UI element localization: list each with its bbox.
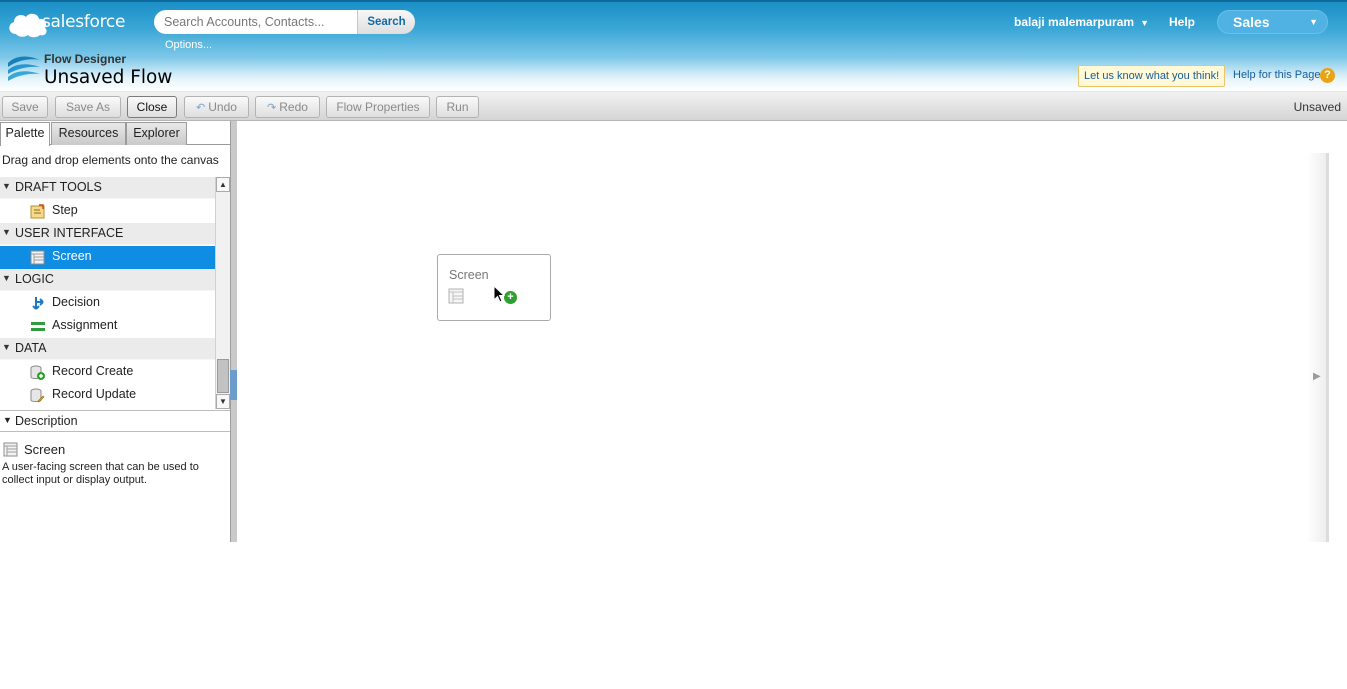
user-name: balaji malemarpuram — [1014, 15, 1135, 29]
category-label: DATA — [15, 341, 47, 355]
screen-icon — [30, 250, 45, 265]
collapse-triangle-icon: ▼ — [2, 342, 11, 352]
description-header[interactable]: ▼ Description — [0, 410, 230, 432]
category-label: LOGIC — [15, 272, 54, 286]
flow-canvas[interactable]: Screen + ▶ — [237, 121, 1347, 542]
screen-icon — [3, 442, 18, 457]
chevron-down-icon: ▼ — [1140, 18, 1149, 28]
save-as-button[interactable]: Save As — [55, 96, 121, 118]
search-options-link[interactable]: Options... — [165, 39, 212, 51]
flow-properties-button[interactable]: Flow Properties — [326, 96, 430, 118]
feedback-link[interactable]: Let us know what you think! — [1078, 65, 1225, 87]
category-user-interface[interactable]: ▼ USER INTERFACE — [0, 223, 215, 245]
item-label: Record Create — [52, 364, 134, 378]
undo-icon: ↶ — [196, 102, 206, 114]
tab-resources[interactable]: Resources — [51, 122, 126, 145]
help-link[interactable]: Help — [1169, 15, 1195, 29]
search-button[interactable]: Search — [357, 10, 415, 34]
category-logic[interactable]: ▼ LOGIC — [0, 269, 215, 291]
page-title: Unsaved Flow — [44, 67, 173, 88]
item-label: Assignment — [52, 318, 118, 332]
panel-tabs: Palette Resources Explorer — [0, 121, 230, 146]
record-update-icon — [30, 388, 45, 403]
scroll-thumb[interactable] — [217, 359, 229, 393]
chevron-down-icon: ▼ — [1309, 17, 1318, 27]
description-title: Screen — [24, 442, 66, 457]
page-blank-area — [0, 542, 1347, 689]
palette-list: ▼ DRAFT TOOLS Step ▼ USER INTERFACE Scre… — [0, 177, 215, 409]
splitter-grip[interactable] — [230, 370, 237, 400]
palette-item-screen[interactable]: Screen — [0, 246, 215, 269]
description-text: A user-facing screen that can be used to… — [2, 461, 199, 486]
screen-icon — [448, 288, 464, 304]
category-label: USER INTERFACE — [15, 226, 124, 240]
tab-palette[interactable]: Palette — [0, 122, 50, 146]
palette-scrollbar[interactable]: ▲ ▼ — [215, 177, 230, 409]
redo-icon: ↷ — [267, 102, 277, 114]
node-label: Screen — [449, 268, 489, 282]
module-label: Flow Designer — [44, 52, 127, 66]
right-panel-collapse-bar[interactable]: ▶ — [1307, 153, 1329, 542]
user-menu[interactable]: balaji malemarpuram ▼ — [1014, 15, 1149, 29]
collapse-triangle-icon: ▼ — [3, 415, 12, 425]
app-name: Sales — [1233, 14, 1270, 30]
expand-right-arrow-icon[interactable]: ▶ — [1313, 371, 1321, 382]
undo-label: Undo — [208, 100, 237, 114]
brand-name: salesforce — [42, 12, 126, 32]
panel-splitter[interactable] — [230, 121, 237, 542]
decision-icon — [32, 297, 44, 310]
palette-panel: Palette Resources Explorer Drag and drop… — [0, 121, 230, 542]
flow-designer-logo-icon — [8, 56, 40, 81]
close-button[interactable]: Close — [127, 96, 177, 118]
help-icon[interactable]: ? — [1320, 68, 1335, 83]
flow-toolbar: Save Save As Close ↶ Undo ↷ Redo Flow Prop… — [0, 91, 1347, 121]
redo-label: Redo — [279, 100, 308, 114]
collapse-triangle-icon: ▼ — [2, 273, 11, 283]
scroll-down-arrow-icon[interactable]: ▼ — [216, 394, 230, 409]
palette-hint: Drag and drop elements onto the canvas — [2, 153, 219, 167]
save-status: Unsaved — [1293, 100, 1341, 114]
undo-button[interactable]: ↶ Undo — [184, 96, 249, 118]
category-draft-tools[interactable]: ▼ DRAFT TOOLS — [0, 177, 215, 199]
palette-item-step[interactable]: Step — [0, 200, 215, 223]
item-label: Step — [52, 203, 78, 217]
item-label: Screen — [52, 249, 92, 263]
global-header: salesforce Search Options... balaji male… — [0, 0, 1347, 91]
save-button[interactable]: Save — [2, 96, 48, 118]
category-data[interactable]: ▼ DATA — [0, 338, 215, 360]
global-search-input[interactable] — [154, 10, 358, 34]
tab-explorer[interactable]: Explorer — [126, 122, 187, 145]
palette-item-record-update[interactable]: Record Update — [0, 384, 215, 407]
category-label: DRAFT TOOLS — [15, 180, 102, 194]
assignment-icon — [31, 322, 45, 331]
step-icon — [30, 204, 45, 219]
record-create-icon — [30, 365, 45, 380]
app-switcher[interactable]: Sales ▼ — [1217, 10, 1328, 34]
mouse-cursor-icon — [493, 285, 506, 303]
palette-item-decision[interactable]: Decision — [0, 292, 215, 315]
redo-button[interactable]: ↷ Redo — [255, 96, 320, 118]
item-label: Record Update — [52, 387, 137, 401]
run-button[interactable]: Run — [436, 96, 479, 118]
collapse-triangle-icon: ▼ — [2, 227, 11, 237]
collapse-triangle-icon: ▼ — [2, 181, 11, 191]
item-label: Decision — [52, 295, 100, 309]
palette-item-assignment[interactable]: Assignment — [0, 315, 215, 338]
palette-item-record-create[interactable]: Record Create — [0, 361, 215, 384]
scroll-up-arrow-icon[interactable]: ▲ — [216, 177, 230, 192]
help-for-page-link[interactable]: Help for this Page — [1233, 69, 1320, 81]
description-header-label: Description — [15, 414, 78, 428]
